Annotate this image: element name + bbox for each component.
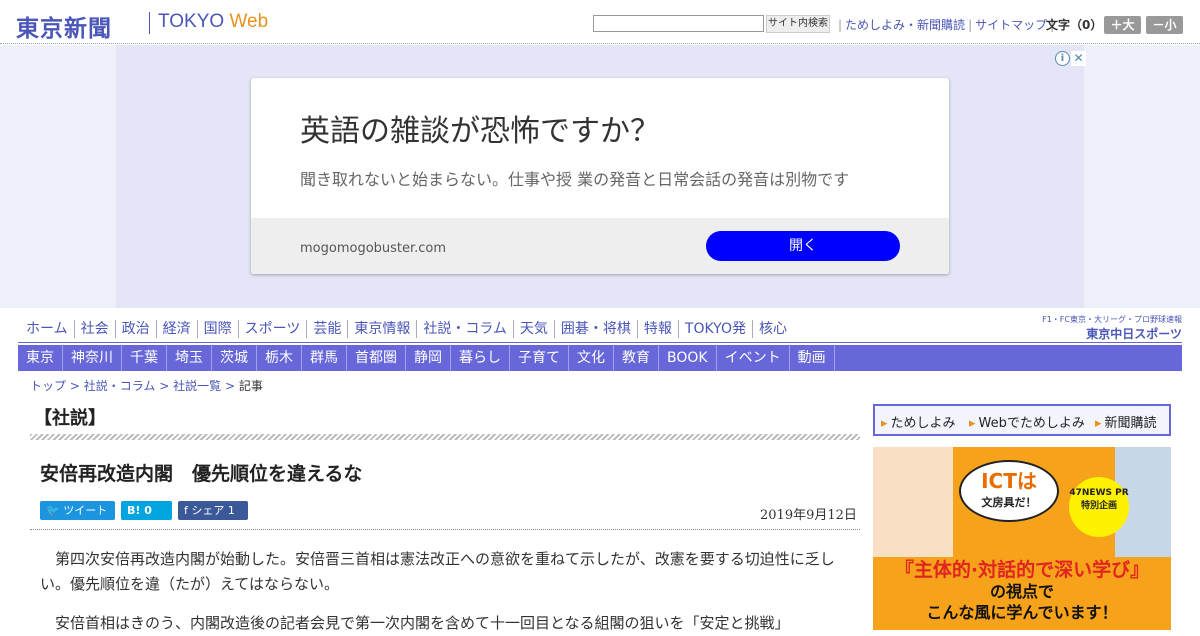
ict-heading: ICTは xyxy=(981,469,1037,493)
nav-item-core[interactable]: 核心 xyxy=(753,320,793,338)
font-size-decrease-button[interactable]: －小 xyxy=(1146,16,1183,34)
nav-item-special-report[interactable]: 特報 xyxy=(638,320,679,338)
facebook-label: シェア 1 xyxy=(191,504,235,517)
nav2-item-saitama[interactable]: 埼玉 xyxy=(167,345,212,371)
ict-promo-ad[interactable]: ICTは 文房具だ！ 47NEWS PR 特別企画 『主体的·対話的で深い学び』… xyxy=(873,447,1171,630)
hatena-label: B! 0 xyxy=(127,504,152,517)
article-divider xyxy=(30,529,860,530)
ad-description: 聞き取れないと始まらない。仕事や授 業の発音と日常会話の発音は別物です xyxy=(300,170,850,189)
nav2-item-chiba[interactable]: 千葉 xyxy=(122,345,167,371)
section-heading: 【社説】 xyxy=(34,408,106,429)
logo-web-text: Web xyxy=(229,11,269,32)
nav2-item-ibaraki[interactable]: 茨城 xyxy=(212,345,257,371)
nav-divider xyxy=(18,342,1182,343)
chunichi-sports-banner[interactable]: F1・FC東京・大リーグ・プロ野球速報 東京中日スポーツ xyxy=(1022,314,1182,341)
breadcrumb-separator: > xyxy=(159,379,170,393)
breadcrumb-separator: > xyxy=(224,379,235,393)
nav-item-international[interactable]: 国際 xyxy=(198,320,239,338)
breadcrumb-editorial-list[interactable]: 社説一覧 xyxy=(173,379,221,393)
link-separator: | xyxy=(838,18,843,32)
site-search-input[interactable] xyxy=(593,15,764,32)
section-divider xyxy=(30,434,860,440)
nav-item-weather[interactable]: 天気 xyxy=(514,320,555,338)
promo-subline-2: こんな風に学んでいます！ xyxy=(926,603,1118,622)
ad-footer: mogomogobuster.com 開く xyxy=(251,218,949,274)
site-logo[interactable]: 東京新聞 xyxy=(16,9,112,43)
tweet-label: ツイート xyxy=(63,504,108,517)
student-photo xyxy=(873,447,953,557)
nav2-item-parenting[interactable]: 子育て xyxy=(510,345,569,371)
nav2-item-culture[interactable]: 文化 xyxy=(569,345,614,371)
web-trial-read-link[interactable]: Webでためしよみ xyxy=(969,412,1085,431)
facebook-icon: f xyxy=(184,504,188,517)
trial-subscribe-link[interactable]: ためしよみ・新聞購読 xyxy=(845,18,965,32)
breadcrumb-top[interactable]: トップ xyxy=(30,379,66,393)
nav-item-go-shogi[interactable]: 囲碁・将棋 xyxy=(555,320,638,338)
pr-badge: 47NEWS PR 特別企画 xyxy=(1069,477,1129,537)
nav-item-home[interactable]: ホーム xyxy=(20,320,75,338)
nav2-item-tochigi[interactable]: 栃木 xyxy=(257,345,302,371)
breadcrumb-separator: > xyxy=(69,379,80,393)
ad-info-icon[interactable]: i xyxy=(1055,51,1070,66)
nav2-item-education[interactable]: 教育 xyxy=(614,345,659,371)
link-separator: | xyxy=(968,18,973,32)
subscription-links-box: ためしよみ Webでためしよみ 新聞購読 xyxy=(873,404,1171,436)
article-paragraph: 安倍首相はきのう、内閣改造後の記者会見で第一次内閣を含めて十一回目となる組閣の狙… xyxy=(55,614,790,632)
facebook-share-button[interactable]: f シェア 1 xyxy=(178,501,248,520)
nav-item-economy[interactable]: 経済 xyxy=(157,320,198,338)
nav2-item-capital-region[interactable]: 首都圏 xyxy=(347,345,406,371)
logo-tokyo-text: TOKYO xyxy=(158,11,225,32)
ad-title[interactable]: 英語の雑談が恐怖ですか？ xyxy=(300,106,660,150)
tokyo-web-logo[interactable]: TOKYO Web xyxy=(158,11,268,33)
font-size-increase-button[interactable]: ＋大 xyxy=(1104,16,1141,34)
breadcrumb: トップ > 社説・コラム > 社説一覧 > 記事 xyxy=(30,377,263,394)
ict-subheading: 文房具だ！ xyxy=(981,496,1037,509)
ad-card[interactable]: 英語の雑談が恐怖ですか？ 聞き取れないと始まらない。仕事や授 業の発音と日常会話… xyxy=(251,78,949,274)
twitter-icon: 🐦 xyxy=(46,504,60,517)
article-paragraph: 第四次安倍再改造内閣が始動した。安倍晋三首相は憲法改正への意欲を重ねて示したが、… xyxy=(40,550,835,593)
ad-close-icon[interactable]: ✕ xyxy=(1071,51,1086,66)
nav2-item-kanagawa[interactable]: 神奈川 xyxy=(63,345,122,371)
nav-item-society[interactable]: 社会 xyxy=(75,320,116,338)
tweet-button[interactable]: 🐦 ツイート xyxy=(40,501,115,520)
ad-domain: mogomogobuster.com xyxy=(300,241,447,256)
breadcrumb-current: 記事 xyxy=(238,379,263,393)
nav-item-tokyo-info[interactable]: 東京情報 xyxy=(348,320,418,338)
breadcrumb-editorial-column[interactable]: 社説・コラム xyxy=(84,379,156,393)
nav2-item-tokyo[interactable]: 東京 xyxy=(18,345,63,371)
chunichi-banner-title: 東京中日スポーツ xyxy=(1086,327,1182,341)
site-header: 東京新聞 TOKYO Web サイト内検索 | ためしよみ・新聞購読 | サイトマップ… xyxy=(0,0,1200,44)
nav-item-entertainment[interactable]: 芸能 xyxy=(307,320,349,338)
secondary-nav: 東京 神奈川 千葉 埼玉 茨城 栃木 群馬 首都圏 静岡 暮らし 子育て 文化 教育 BOOK イベント 動画 xyxy=(18,345,1182,371)
nav2-item-gunma[interactable]: 群馬 xyxy=(302,345,347,371)
nav-item-tokyo-hatsu[interactable]: TOKYO発 xyxy=(679,320,753,338)
nav2-item-shizuoka[interactable]: 静岡 xyxy=(406,345,451,371)
hatena-bookmark-button[interactable]: B! 0 xyxy=(121,501,172,520)
nav-item-editorial-column[interactable]: 社説・コラム xyxy=(417,320,514,338)
logo-divider xyxy=(149,12,150,34)
nav-item-sports[interactable]: スポーツ xyxy=(239,320,308,338)
nav2-item-event[interactable]: イベント xyxy=(717,345,790,371)
site-search-button[interactable]: サイト内検索 xyxy=(766,15,830,33)
primary-nav: ホーム 社会 政治 経済 国際 スポーツ 芸能 東京情報 社説・コラム 天気 囲碁・将棋 特報 TOKY… xyxy=(20,320,793,340)
publish-date: 2019年9月12日 xyxy=(760,508,857,523)
sitemap-link[interactable]: サイトマップ xyxy=(975,18,1047,32)
subscribe-link[interactable]: 新聞購読 xyxy=(1095,412,1157,431)
chunichi-banner-tagline: F1・FC東京・大リーグ・プロ野球速報 xyxy=(1042,315,1182,324)
trial-read-link[interactable]: ためしよみ xyxy=(881,412,956,431)
speech-bubble: ICTは 文房具だ！ xyxy=(959,460,1059,522)
font-size-label: 文字（0） xyxy=(1046,18,1103,32)
nav2-item-book[interactable]: BOOK xyxy=(659,345,717,371)
ad-open-button[interactable]: 開く xyxy=(706,231,900,261)
utility-links: | ためしよみ・新聞購読 | サイトマップ | xyxy=(835,16,1057,33)
nav-item-politics[interactable]: 政治 xyxy=(116,320,157,338)
nav2-item-living[interactable]: 暮らし xyxy=(451,345,510,371)
article-headline: 安倍再改造内閣 優先順位を違えるな xyxy=(40,463,363,485)
nav2-item-video[interactable]: 動画 xyxy=(790,345,835,371)
